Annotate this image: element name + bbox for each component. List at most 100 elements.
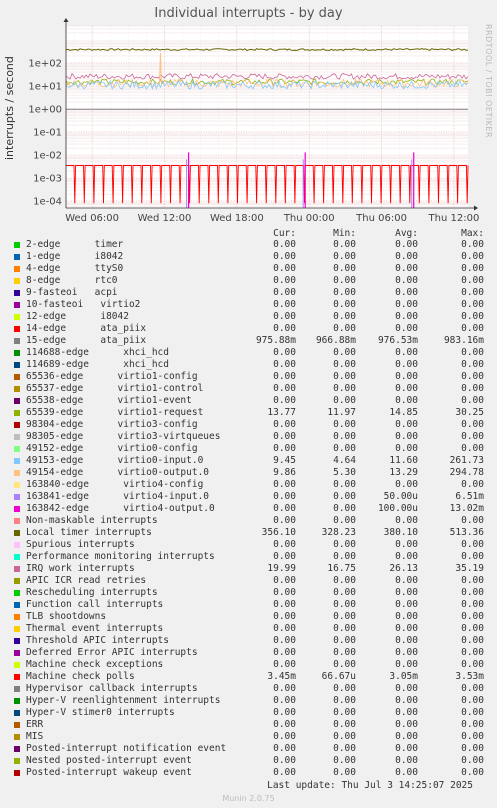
- legend-value: 966.88m: [315, 335, 356, 346]
- legend-series-name: Deferred Error APIC interrupts: [26, 647, 198, 658]
- legend-series-name: 114688-edge xhci_hcd: [26, 347, 169, 358]
- legend-value: 0.00: [395, 383, 418, 394]
- legend-swatch: [14, 554, 20, 560]
- legend-value: 0.00: [333, 719, 356, 730]
- legend-series-name: 163841-edge virtio4-input.0: [26, 491, 210, 502]
- legend-value: 0.00: [333, 263, 356, 274]
- legend-value: 0.00: [333, 491, 356, 502]
- legend-row: Thermal event interrupts 0.00 0.00 0.00 0.00: [0, 623, 497, 635]
- legend-series-name: ERR: [26, 719, 44, 730]
- legend-row: 114689-edge xhci_hcd 0.00 0.00 0.00 0.00: [0, 359, 497, 371]
- legend-value: 0.00: [273, 311, 296, 322]
- x-tick-label: Thu 00:00: [283, 213, 335, 224]
- legend-value: 975.88m: [255, 335, 296, 346]
- legend-series-name: Posted-interrupt wakeup event: [26, 767, 192, 778]
- legend-swatch: [14, 434, 20, 440]
- legend-series-name: Hypervisor callback interrupts: [26, 683, 198, 694]
- legend-value: 380.10: [383, 527, 418, 538]
- legend-value: 0.00: [395, 323, 418, 334]
- legend-value: 26.13: [389, 563, 418, 574]
- legend-value: 328.23: [321, 527, 356, 538]
- legend-series-name: MIS: [26, 731, 44, 742]
- legend-value: 0.00: [461, 251, 484, 262]
- legend-value: 0.00: [273, 287, 296, 298]
- legend-series-name: 65536-edge virtio1-config: [26, 371, 198, 382]
- legend-value: 0.00: [461, 551, 484, 562]
- legend-swatch: [14, 314, 20, 320]
- legend-value: 9.45: [273, 455, 296, 466]
- legend-swatch: [14, 242, 20, 248]
- legend-series-name: 98305-edge virtio3-virtqueues: [26, 431, 221, 442]
- legend-series-name: Posted-interrupt notification event: [26, 743, 227, 754]
- y-tick-label: 1e-03: [33, 174, 62, 185]
- legend-value: 11.60: [389, 455, 418, 466]
- legend-series-name: 14-edge ata_piix: [26, 323, 147, 334]
- legend-value: 50.00u: [383, 491, 418, 502]
- legend-row: 49153-edge virtio0-input.0 9.45 4.64 11.60 2…: [0, 455, 497, 467]
- legend-swatch: [14, 542, 20, 548]
- legend-row: 98305-edge virtio3-virtqueues 0.00 0.00 0.0…: [0, 431, 497, 443]
- legend-value: 0.00: [273, 635, 296, 646]
- legend-value: 0.00: [395, 695, 418, 706]
- legend-row: ERR 0.00 0.00 0.00 0.00: [0, 719, 497, 731]
- legend-value: 0.00: [395, 719, 418, 730]
- legend-value: 0.00: [273, 695, 296, 706]
- last-update: Last update: Thu Jul 3 14:25:07 2025: [267, 780, 473, 791]
- legend-value: 0.00: [461, 299, 484, 310]
- legend-series-name: 49154-edge virtio0-output.0: [26, 467, 210, 478]
- legend-value: 0.00: [333, 299, 356, 310]
- legend-value: 0.00: [273, 239, 296, 250]
- legend-value: 0.00: [461, 287, 484, 298]
- legend-swatch: [14, 458, 20, 464]
- legend-column-header: Cur:: [273, 228, 296, 239]
- legend-series-name: Threshold APIC interrupts: [26, 635, 169, 646]
- legend-value: 0.00: [461, 239, 484, 250]
- legend-value: 0.00: [333, 635, 356, 646]
- legend-series-name: Rescheduling interrupts: [26, 587, 158, 598]
- legend-value: 0.00: [461, 755, 484, 766]
- legend-value: 0.00: [333, 755, 356, 766]
- legend-series-name: 10-fasteoi virtio2: [26, 299, 141, 310]
- legend-swatch: [14, 674, 20, 680]
- legend-value: 0.00: [333, 623, 356, 634]
- legend-row: MIS 0.00 0.00 0.00 0.00: [0, 731, 497, 743]
- legend-swatch: [14, 482, 20, 488]
- legend-value: 0.00: [395, 635, 418, 646]
- legend-row: Hyper-V reenlightenment interrupts 0.00 0.…: [0, 695, 497, 707]
- legend-series-name: Hyper-V stimer0 interrupts: [26, 707, 175, 718]
- legend-value: 13.77: [267, 407, 296, 418]
- y-tick-label: 1e-04: [33, 197, 62, 208]
- legend-swatch: [14, 278, 20, 284]
- legend-series-name: 1-edge i8042: [26, 251, 124, 262]
- legend-value: 261.73: [449, 455, 484, 466]
- legend-value: 0.00: [333, 323, 356, 334]
- legend-value: 0.00: [395, 587, 418, 598]
- legend-value: 0.00: [461, 575, 484, 586]
- legend-value: 0.00: [461, 719, 484, 730]
- legend-value: 0.00: [333, 287, 356, 298]
- legend-value: 513.36: [449, 527, 484, 538]
- legend-swatch: [14, 410, 20, 416]
- legend-value: 0.00: [333, 383, 356, 394]
- legend-value: 0.00: [461, 647, 484, 658]
- munin-graph: Individual interrupts - by day RRDTOOL /…: [0, 0, 497, 808]
- legend-row: Threshold APIC interrupts 0.00 0.00 0.00 0.0…: [0, 635, 497, 647]
- legend-value: 0.00: [461, 731, 484, 742]
- legend-value: 0.00: [333, 239, 356, 250]
- legend-value: 0.00: [395, 515, 418, 526]
- legend-row: 2-edge timer 0.00 0.00 0.00 0.00: [0, 239, 497, 251]
- legend-value: 0.00: [273, 491, 296, 502]
- legend-value: 0.00: [395, 659, 418, 670]
- legend-value: 0.00: [333, 275, 356, 286]
- legend-series-name: IRQ work interrupts: [26, 563, 135, 574]
- legend-swatch: [14, 362, 20, 368]
- legend-value: 0.00: [273, 515, 296, 526]
- legend-row: 65539-edge virtio1-request 13.77 11.97 14.8…: [0, 407, 497, 419]
- legend-row: 65537-edge virtio1-control 0.00 0.00 0.00 0.…: [0, 383, 497, 395]
- legend-series-name: 49152-edge virtio0-config: [26, 443, 198, 454]
- legend-value: 0.00: [333, 647, 356, 658]
- legend-value: 19.99: [267, 563, 296, 574]
- legend-swatch: [14, 350, 20, 356]
- legend-value: 294.78: [449, 467, 484, 478]
- legend-swatch: [14, 722, 20, 728]
